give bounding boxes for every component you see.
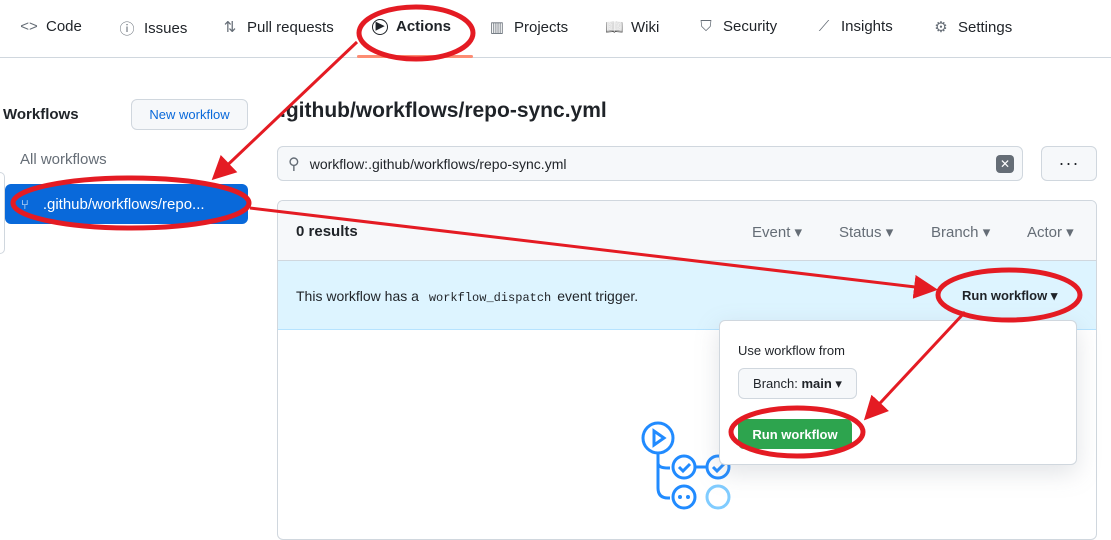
- tab-code[interactable]: <> Code: [20, 18, 82, 35]
- banner-code: workflow_dispatch: [428, 291, 552, 305]
- sidebar-item-all-workflows[interactable]: All workflows: [20, 151, 107, 168]
- shield-icon: ⛉: [700, 18, 712, 35]
- clear-search-icon[interactable]: ✕: [996, 155, 1014, 173]
- tab-label: Insights: [841, 18, 893, 35]
- issue-icon: ⓘ: [119, 21, 135, 38]
- filter-event[interactable]: Event ▾: [752, 223, 802, 241]
- run-workflow-popup: Use workflow from Branch: main ▾ Run wor…: [719, 320, 1077, 465]
- use-workflow-from-label: Use workflow from: [738, 343, 845, 358]
- play-icon: ▶: [372, 18, 388, 35]
- filter-actor[interactable]: Actor ▾: [1027, 223, 1074, 241]
- table-icon: ▥: [489, 19, 505, 36]
- graph-icon: ⟋: [818, 18, 830, 35]
- filter-status[interactable]: Status ▾: [839, 223, 893, 241]
- pull-request-icon: ⇅: [223, 19, 237, 36]
- search-icon: ⚲: [288, 155, 300, 173]
- branch-select[interactable]: Branch: main ▾: [738, 368, 857, 399]
- tab-settings[interactable]: ⚙ Settings: [932, 18, 1013, 37]
- active-tab-underline: [357, 55, 473, 58]
- search-input[interactable]: ⚲ workflow:.github/workflows/repo-sync.ym…: [277, 146, 1023, 181]
- sidebar-item-label: .github/workflows/repo...: [42, 195, 205, 213]
- tab-label: Projects: [514, 18, 569, 36]
- tab-wiki[interactable]: 📖 Wiki: [605, 18, 660, 37]
- filter-branch[interactable]: Branch ▾: [931, 223, 990, 241]
- tab-label: Actions: [396, 18, 452, 35]
- search-value: workflow:.github/workflows/repo-sync.yml: [309, 155, 567, 172]
- tab-actions[interactable]: ▶ Actions: [372, 18, 451, 35]
- page-title: .github/workflows/repo-sync.yml: [280, 99, 607, 122]
- more-options-button[interactable]: ···: [1041, 146, 1097, 181]
- tab-label: Security: [723, 18, 778, 35]
- results-count: 0 results: [296, 223, 358, 240]
- tab-security[interactable]: ⛉ Security: [697, 18, 777, 35]
- run-workflow-button[interactable]: Run workflow: [738, 419, 852, 449]
- sidebar-item-repo-sync[interactable]: ⑂ .github/workflows/repo...: [5, 184, 248, 224]
- repo-nav: <> Code ⓘ Issues ⇅ Pull requests ▶ Actions ▥…: [0, 0, 1111, 58]
- sidebar-title: Workflows: [3, 106, 79, 123]
- tab-label: Settings: [958, 18, 1013, 36]
- tab-label: Code: [46, 18, 82, 35]
- gear-icon: ⚙: [934, 19, 948, 36]
- banner-text-end: event trigger.: [557, 288, 639, 304]
- new-workflow-button[interactable]: New workflow: [131, 99, 248, 130]
- workflow-icon: ⑂: [21, 196, 29, 212]
- tab-issues[interactable]: ⓘ Issues: [118, 18, 187, 39]
- code-icon: <>: [20, 18, 38, 35]
- tab-pull-requests[interactable]: ⇅ Pull requests: [221, 18, 334, 37]
- book-icon: 📖: [605, 19, 624, 36]
- tab-insights[interactable]: ⟋ Insights: [815, 18, 893, 35]
- run-workflow-dropdown[interactable]: Run workflow ▾: [962, 288, 1057, 304]
- tab-label: Pull requests: [247, 18, 334, 36]
- tab-label: Wiki: [631, 18, 660, 36]
- tab-projects[interactable]: ▥ Projects: [488, 18, 569, 37]
- tab-label: Issues: [144, 20, 188, 37]
- banner-text: This workflow has a: [296, 288, 419, 304]
